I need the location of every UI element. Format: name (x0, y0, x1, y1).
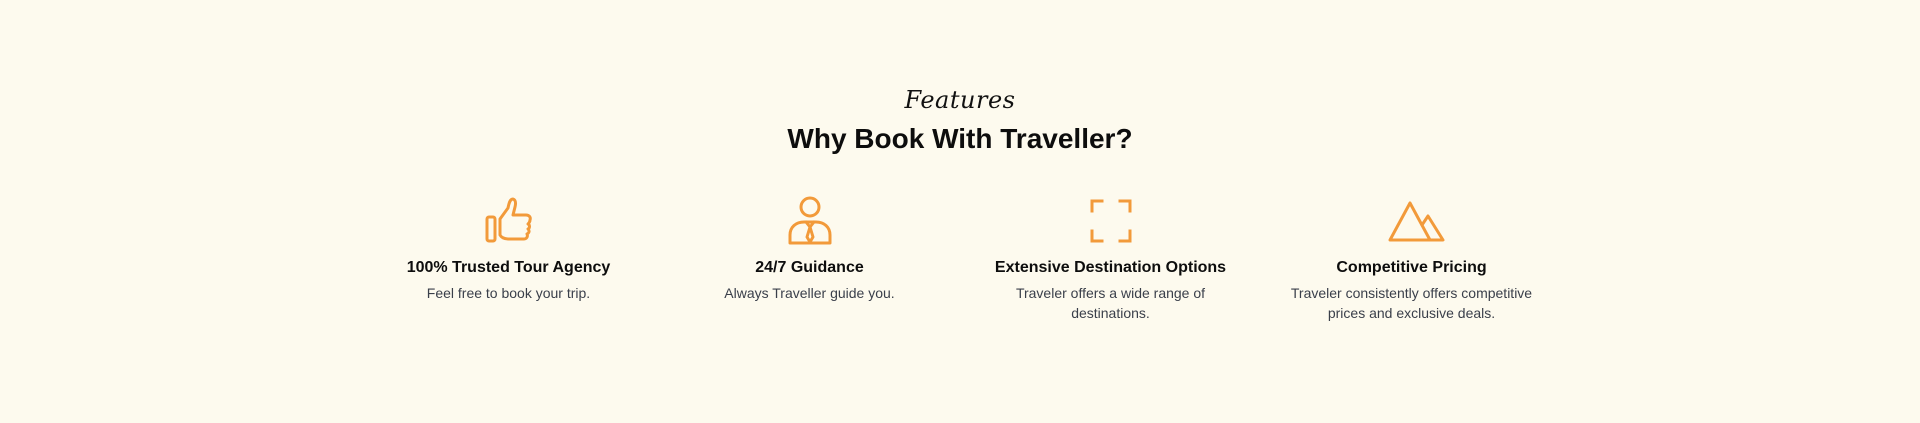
feature-title: Competitive Pricing (1336, 259, 1487, 276)
frame-corners-icon (1086, 196, 1136, 246)
person-tie-icon (785, 196, 835, 246)
section-eyebrow: Features (904, 86, 1016, 114)
section-title: Why Book With Traveller? (787, 123, 1133, 154)
feature-item-guidance: 24/7 Guidance Always Traveller guide you… (659, 196, 960, 336)
feature-item-destinations: Extensive Destination Options Traveler o… (960, 196, 1261, 336)
feature-title: 24/7 Guidance (755, 259, 864, 276)
features-section: Features Why Book With Traveller? 100% T… (0, 0, 1920, 423)
feature-description: Traveler consistently offers competitive… (1290, 285, 1533, 321)
feature-description: Traveler offers a wide range of destinat… (1015, 285, 1206, 321)
feature-title: 100% Trusted Tour Agency (406, 259, 611, 276)
feature-item-trusted-agency: 100% Trusted Tour Agency Feel free to bo… (358, 196, 659, 336)
feature-title: Extensive Destination Options (994, 259, 1227, 276)
feature-item-pricing: Competitive Pricing Traveler consistentl… (1261, 196, 1562, 336)
section-heading: Features Why Book With Traveller? (0, 86, 1920, 156)
feature-description: Feel free to book your trip. (426, 285, 591, 301)
thumbs-up-icon (484, 196, 534, 246)
feature-description: Always Traveller guide you. (724, 285, 895, 301)
mountains-icon (1387, 196, 1444, 246)
features-list: 100% Trusted Tour Agency Feel free to bo… (358, 196, 1562, 336)
